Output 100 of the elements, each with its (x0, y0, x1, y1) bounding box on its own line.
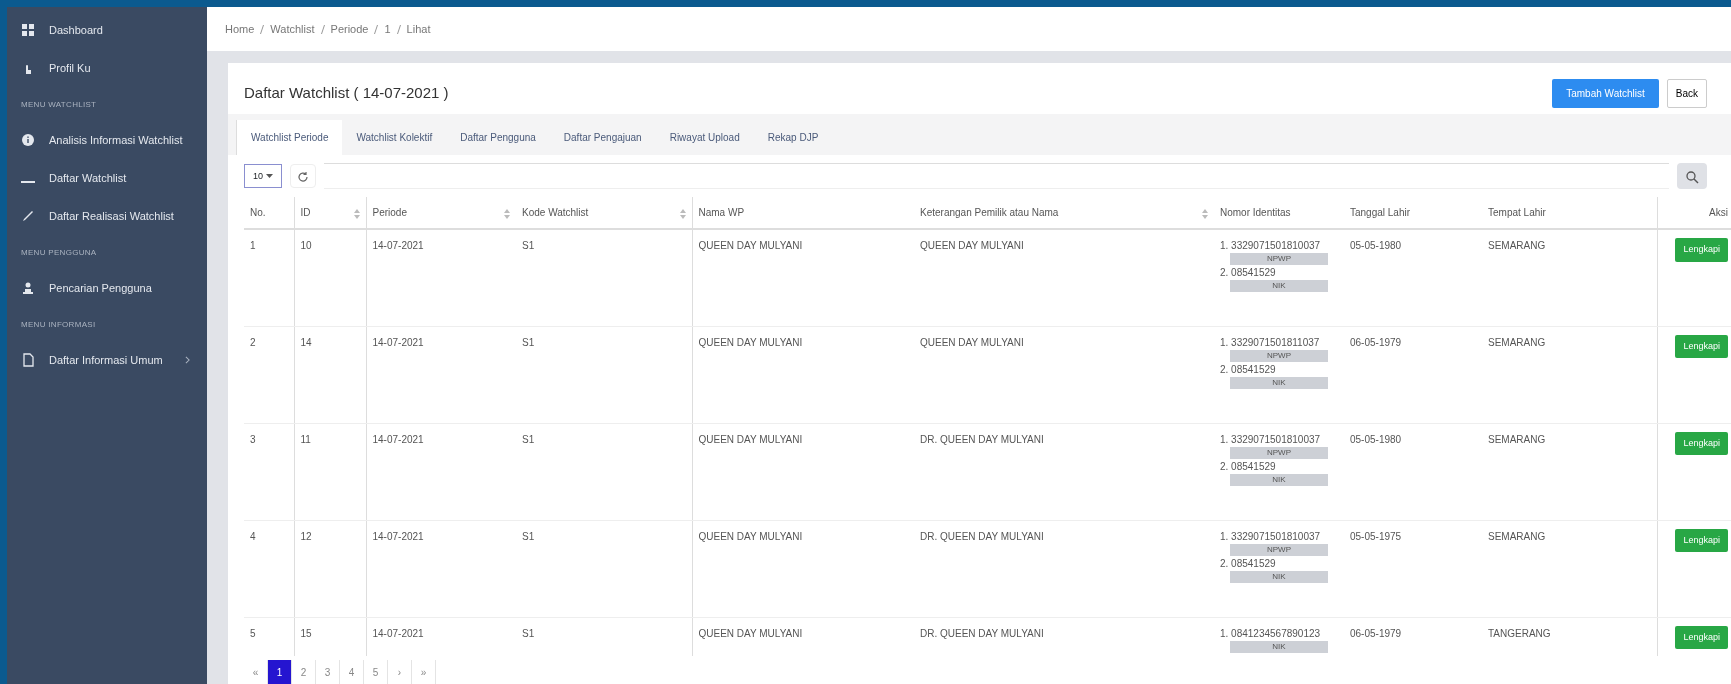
column-header[interactable]: Tanggal Lahir (1344, 197, 1482, 230)
table-cell: 10 (294, 229, 366, 327)
tab[interactable]: Watchlist Kolektif (342, 120, 447, 156)
sidebar-item[interactable]: Analisis Informasi Watchlist (7, 121, 207, 159)
identity-number: 1. 0841234567890123 (1220, 626, 1322, 641)
page-size-select[interactable]: 10 (244, 164, 282, 189)
breadcrumb-link[interactable]: 1 (384, 20, 391, 38)
id-type-badge: NPWP (1230, 253, 1328, 266)
id-type-badge: NIK (1230, 376, 1328, 389)
table-cell: 11 (294, 423, 366, 521)
table-cell: 14-07-2021 (366, 229, 516, 327)
table-cell: SEMARANG (1482, 229, 1657, 327)
tray-icon (21, 180, 35, 184)
column-header[interactable]: Tempat Lahir (1482, 197, 1657, 230)
table-cell: QUEEN DAY MULYANI (692, 617, 914, 656)
sidebar-item[interactable]: Daftar Informasi Umum (7, 341, 207, 379)
table-cell: SEMARANG (1482, 520, 1657, 618)
table-cell: 14 (294, 326, 366, 424)
column-header[interactable]: Periode (366, 197, 516, 230)
table-cell: 14-07-2021 (366, 423, 516, 521)
id-type-badge: NPWP (1230, 543, 1328, 556)
table-cell: QUEEN DAY MULYANI (914, 326, 1214, 424)
identity-number: 1. 3329071501810037 (1220, 239, 1322, 254)
table-cell: 4 (244, 520, 294, 618)
column-header[interactable]: No. (244, 197, 294, 230)
pen-icon (21, 209, 35, 223)
breadcrumb-link[interactable]: Periode (330, 20, 369, 38)
card-title: Daftar Watchlist ( 14-07-2021 ) (244, 83, 449, 104)
breadcrumb-link[interactable]: Home (225, 20, 255, 38)
refresh-icon (296, 171, 309, 184)
table-cell: 2 (244, 326, 294, 424)
table-cell: SEMARANG (1482, 326, 1657, 424)
refresh-button[interactable] (289, 164, 316, 189)
tab[interactable]: Daftar Pengajuan (549, 120, 656, 156)
id-type-badge: NPWP (1230, 446, 1328, 459)
tab[interactable]: Daftar Pengguna (446, 120, 550, 156)
caret-icon (265, 174, 273, 179)
tab[interactable]: Watchlist Periode (236, 120, 343, 156)
sidebar-heading: MENU INFORMASI (20, 319, 97, 331)
column-header[interactable]: Aksi (1657, 197, 1731, 230)
table-cell: 14-07-2021 (366, 326, 516, 424)
table-cell: 3 (244, 423, 294, 521)
separator-icon (260, 24, 265, 34)
identity-number: 2. 08541529 (1220, 362, 1277, 377)
back-button[interactable]: Back (1666, 79, 1707, 108)
table-cell: 06-05-1979 (1344, 326, 1482, 424)
search-icon (1685, 170, 1699, 185)
table-cell: DR. QUEEN DAY MULYANI (914, 617, 1214, 656)
table-cell: S1 (516, 326, 692, 424)
search-button[interactable] (1677, 163, 1707, 190)
column-header[interactable]: Nama WP (692, 197, 914, 230)
column-header[interactable]: Nomor Identitas (1214, 197, 1344, 230)
table-cell: TANGERANG (1482, 617, 1657, 656)
id-type-badge: NIK (1230, 280, 1328, 293)
table-cell: 05-05-1980 (1344, 423, 1482, 521)
table-cell: S1 (516, 423, 692, 521)
table-cell: 05-05-1975 (1344, 520, 1482, 618)
table-cell: 1 (244, 229, 294, 327)
column-header[interactable]: Kode Watchlist (516, 197, 692, 230)
table-cell: 05-05-1980 (1344, 229, 1482, 327)
identity-number: 1. 3329071501811037 (1220, 335, 1321, 350)
sidebar-item[interactable]: Pencarian Pengguna (7, 269, 207, 307)
breadcrumb-link[interactable]: Watchlist (270, 20, 315, 38)
table-cell: S1 (516, 229, 692, 327)
id-type-badge: NPWP (1230, 349, 1328, 362)
table-cell: DR. QUEEN DAY MULYANI (914, 520, 1214, 618)
table-cell: 14-07-2021 (366, 520, 516, 618)
sidebar-item[interactable]: Daftar Watchlist (7, 159, 207, 197)
table-cell: 12 (294, 520, 366, 618)
document-icon (21, 353, 35, 367)
page-button[interactable]: 1 (268, 660, 292, 684)
identity-number: 2. 08541529 (1220, 556, 1277, 571)
table-cell: 06-05-1979 (1344, 617, 1482, 656)
table-cell: QUEEN DAY MULYANI (692, 423, 914, 521)
column-header[interactable]: ID (294, 197, 366, 230)
separator-icon (320, 24, 325, 34)
user-icon (21, 281, 35, 295)
table-cell: QUEEN DAY MULYANI (692, 326, 914, 424)
info-icon (21, 133, 35, 147)
sidebar-item[interactable]: Profil Ku (7, 49, 207, 87)
sidebar-item[interactable]: Daftar Realisasi Watchlist (7, 197, 207, 235)
sidebar-item[interactable]: Dashboard (7, 11, 207, 49)
chevron-icon (184, 356, 190, 364)
table-cell: S1 (516, 520, 692, 618)
table-cell: QUEEN DAY MULYANI (692, 520, 914, 618)
sidebar-heading: MENU WATCHLIST (20, 99, 98, 111)
breadcrumb-link[interactable]: Lihat (406, 20, 431, 38)
table-cell: SEMARANG (1482, 423, 1657, 521)
separator-icon (396, 24, 401, 34)
identity-number: 1. 3329071501810037 (1220, 529, 1322, 544)
identity-number: 2. 08541529 (1220, 266, 1277, 281)
tab[interactable]: Rekap DJP (753, 120, 833, 156)
table-cell: QUEEN DAY MULYANI (914, 229, 1214, 327)
id-type-badge: NIK (1230, 570, 1328, 583)
table-cell: QUEEN DAY MULYANI (692, 229, 914, 327)
table-cell: S1 (516, 617, 692, 656)
id-type-badge: NIK (1230, 640, 1328, 653)
tab[interactable]: Riwayat Upload (655, 120, 754, 156)
column-header[interactable]: Keterangan Pemilik atau Nama (914, 197, 1214, 230)
separator-icon (374, 24, 379, 34)
